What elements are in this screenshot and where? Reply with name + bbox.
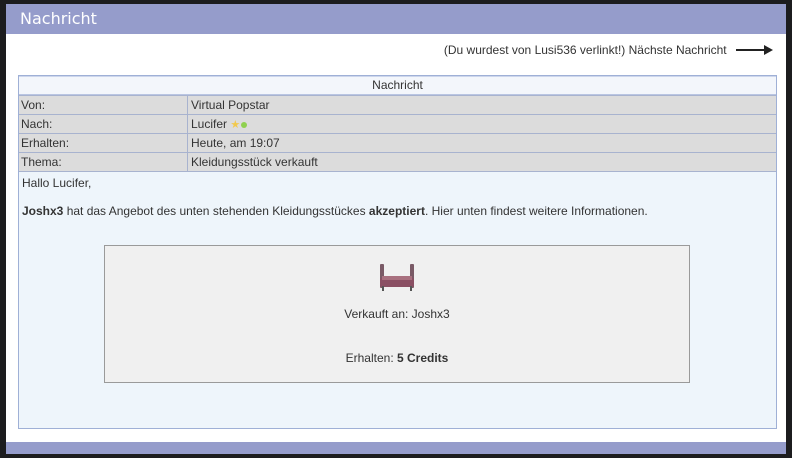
star-icon: ★ xyxy=(230,119,241,131)
body-text-1: hat das Angebot des unten stehenden Klei… xyxy=(63,204,369,218)
window-title: Nachricht xyxy=(6,4,786,34)
message-body: Hallo Lucifer, Joshx3 hat das Angebot de… xyxy=(19,172,776,234)
field-label: Nach: xyxy=(19,115,188,133)
bottom-bar xyxy=(6,442,786,454)
next-message-link[interactable]: (Du wurdest von Lusi536 verlinkt!) Nächs… xyxy=(444,43,727,57)
greeting: Hallo Lucifer, xyxy=(22,176,92,190)
sold-to-user[interactable]: Joshx3 xyxy=(412,307,450,321)
accepted-word: akzeptiert xyxy=(368,204,425,218)
sender-link[interactable]: Virtual Popstar xyxy=(188,96,776,114)
arrow-right-icon[interactable] xyxy=(736,44,774,56)
message-header: Nachricht xyxy=(19,76,776,95)
subject-value: Kleidungsstück verkauft xyxy=(191,155,318,169)
sale-info-box: Verkauft an: Joshx3 Erhalten: 5 Credits xyxy=(104,245,690,383)
furniture-item-icon xyxy=(380,264,414,291)
recipient-link[interactable]: Lucifer xyxy=(191,117,227,131)
online-dot-icon xyxy=(241,122,248,128)
recipient-cell: Lucifer ★ xyxy=(188,115,776,133)
field-row-to: Nach: Lucifer ★ xyxy=(19,114,776,133)
buyer-link[interactable]: Joshx3 xyxy=(22,204,63,218)
body-paragraph: Joshx3 hat das Angebot des unten stehend… xyxy=(22,203,773,219)
sold-label: Verkauft an: xyxy=(344,307,409,321)
received-label: Erhalten: xyxy=(345,351,394,365)
field-label: Von: xyxy=(19,96,188,114)
sold-to-line: Verkauft an: Joshx3 xyxy=(105,307,689,321)
received-value: Heute, am 19:07 xyxy=(191,136,280,150)
field-row-received: Erhalten: Heute, am 19:07 xyxy=(19,133,776,152)
field-label: Erhalten: xyxy=(19,134,188,152)
received-credits: 5 Credits xyxy=(397,351,449,365)
received-line: Erhalten: 5 Credits xyxy=(105,351,689,365)
message-window: Nachricht (Du wurdest von Lusi536 verlin… xyxy=(6,4,786,454)
field-row-from: Von: Virtual Popstar xyxy=(19,95,776,114)
message-panel: Nachricht Von: Virtual Popstar Nach: Luc… xyxy=(18,75,777,429)
field-row-subject: Thema: Kleidungsstück verkauft xyxy=(19,152,776,171)
field-label: Thema: xyxy=(19,153,188,171)
body-text-2: . Hier unten findest weitere Information… xyxy=(424,204,648,218)
nav-line: (Du wurdest von Lusi536 verlinkt!) Nächs… xyxy=(6,42,786,62)
